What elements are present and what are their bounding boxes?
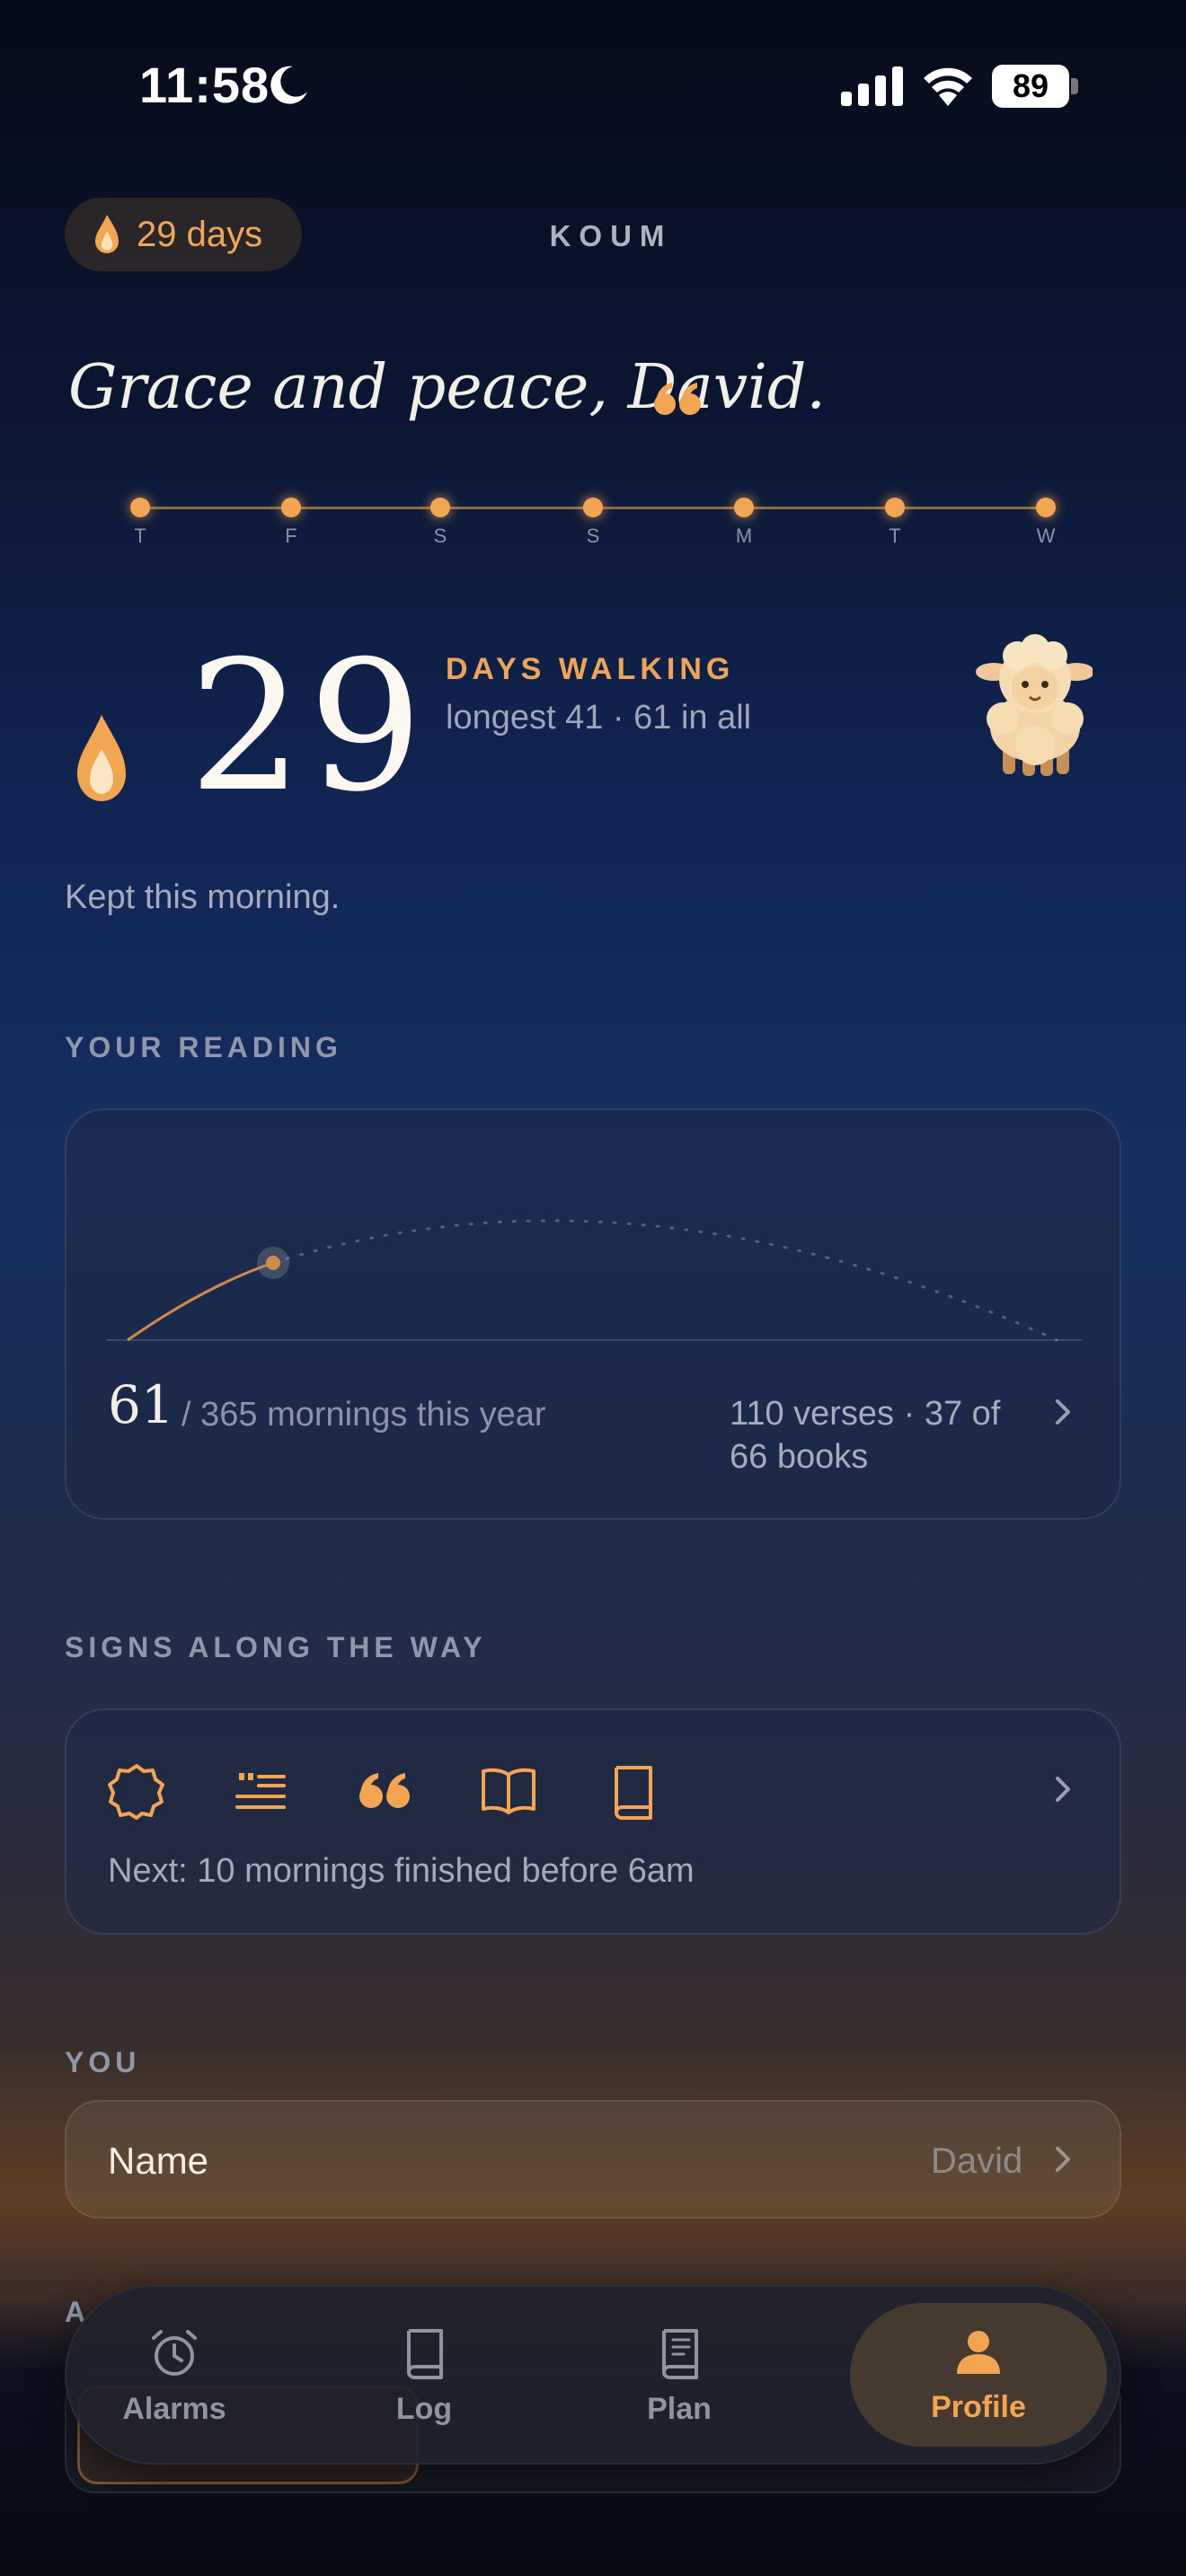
badges-card[interactable] bbox=[65, 1708, 1121, 1935]
streak-detail: longest 41 · 61 in all bbox=[446, 699, 752, 737]
day-marker: M bbox=[717, 498, 771, 548]
tab-alarms[interactable]: Alarms bbox=[66, 2305, 282, 2448]
day-marker: F bbox=[264, 498, 318, 548]
signs-section-title: SIGNS ALONG THE WAY bbox=[65, 1631, 487, 1663]
day-marker: W bbox=[1019, 498, 1073, 548]
tab-profile[interactable]: Profile bbox=[850, 2303, 1107, 2447]
reading-stats: 110 verses · 37 of 66 books bbox=[730, 1395, 1001, 1476]
tab-label: Log bbox=[395, 2391, 453, 2426]
quote-icon[interactable] bbox=[652, 377, 704, 419]
person-icon bbox=[957, 2330, 1000, 2374]
book-icon[interactable] bbox=[604, 1762, 661, 1820]
tab-log[interactable]: Log bbox=[316, 2305, 532, 2448]
moon-icon bbox=[270, 66, 307, 104]
status-time: 11:58 bbox=[139, 57, 270, 113]
day-marker: T bbox=[113, 498, 167, 548]
battery-indicator: 89 bbox=[992, 65, 1078, 108]
greeting: Grace and peace, David. bbox=[68, 352, 827, 423]
verse-lines-icon[interactable] bbox=[232, 1762, 289, 1820]
streak-status: Kept this morning. bbox=[65, 878, 341, 916]
streak-pill-label: 29 days bbox=[137, 214, 263, 254]
cellular-signal-icon bbox=[841, 66, 903, 106]
chevron-right-icon[interactable] bbox=[1049, 1394, 1076, 1430]
day-marker: S bbox=[413, 498, 467, 548]
streak-label: DAYS WALKING bbox=[446, 652, 735, 686]
name-value: David bbox=[931, 2141, 1023, 2181]
reading-section-title: YOUR READING bbox=[65, 1031, 342, 1063]
book-icon bbox=[407, 2328, 443, 2379]
you-section-title: YOU bbox=[65, 2046, 141, 2078]
flame-icon bbox=[95, 215, 119, 253]
battery-level: 89 bbox=[992, 65, 1069, 108]
seal-icon[interactable] bbox=[108, 1762, 165, 1820]
lamb-mascot-icon bbox=[976, 634, 1093, 776]
tab-label: Profile bbox=[931, 2389, 1026, 2424]
flame-icon bbox=[77, 715, 126, 801]
app-brand: KOUM bbox=[549, 219, 673, 252]
reading-progress-chart bbox=[106, 1219, 1082, 1342]
tab-label: Plan bbox=[647, 2391, 712, 2426]
streak-count: 29 bbox=[189, 622, 429, 832]
next-badge-hint: Next: 10 mornings finished before 6am bbox=[108, 1852, 695, 1890]
name-label: Name bbox=[108, 2139, 209, 2182]
tab-label: Alarms bbox=[122, 2391, 226, 2426]
alarm-clock-icon bbox=[152, 2329, 197, 2376]
chevron-right-icon[interactable] bbox=[1049, 1771, 1076, 1807]
streak-pill[interactable]: 29 days bbox=[65, 198, 302, 271]
quote-icon[interactable] bbox=[356, 1762, 413, 1820]
day-marker: S bbox=[566, 498, 620, 548]
wifi-icon bbox=[924, 67, 972, 106]
tab-plan[interactable]: Plan bbox=[571, 2305, 787, 2448]
chevron-right-icon[interactable] bbox=[1049, 2141, 1076, 2177]
plan-book-icon bbox=[662, 2328, 698, 2379]
open-book-icon[interactable] bbox=[480, 1762, 537, 1820]
tab-bar: Alarms Log Plan Profile bbox=[65, 2285, 1121, 2465]
reading-subtitle: / 365 mornings this year bbox=[181, 1396, 546, 1434]
day-marker: T bbox=[868, 498, 922, 548]
reading-count: 61 bbox=[108, 1374, 174, 1435]
